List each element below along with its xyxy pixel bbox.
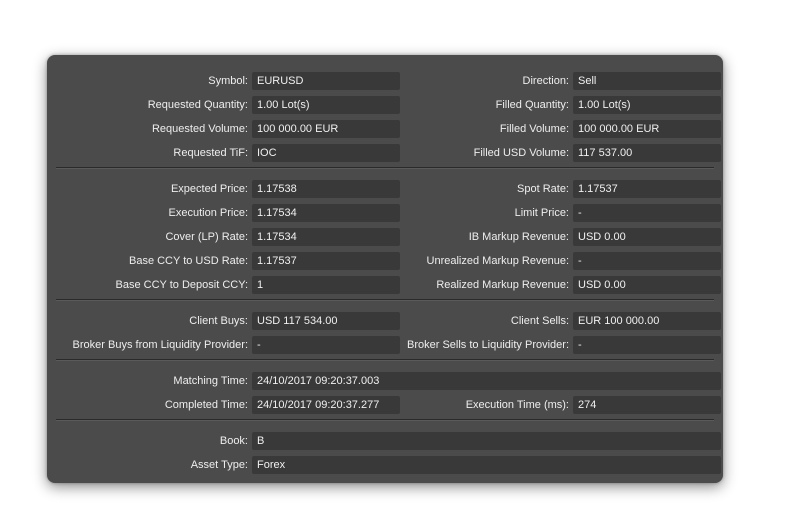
row-expected-price: Expected Price: 1.17538 Spot Rate: 1.175…: [56, 180, 723, 198]
row-cover-rate: Cover (LP) Rate: 1.17534 IB Markup Reven…: [56, 228, 723, 246]
row-matching-time: Matching Time: 24/10/2017 09:20:37.003: [56, 372, 723, 390]
base-ccy-usd-rate-label: Base CCY to USD Rate:: [128, 255, 248, 267]
row-quantity: Requested Quantity: 1.00 Lot(s) Filled Q…: [56, 96, 723, 114]
client-sells-label: Client Sells:: [510, 315, 569, 327]
row-symbol-direction: Symbol: EURUSD Direction: Sell: [56, 72, 723, 90]
matching-time-label: Matching Time:: [173, 375, 248, 387]
filled-usd-volume-label: Filled USD Volume:: [473, 147, 569, 159]
ib-markup-revenue-label: IB Markup Revenue:: [468, 231, 569, 243]
row-base-ccy-deposit: Base CCY to Deposit CCY: 1 Realized Mark…: [56, 276, 723, 294]
row-execution-price: Execution Price: 1.17534 Limit Price: -: [56, 204, 723, 222]
filled-usd-volume-field[interactable]: 117 537.00: [573, 144, 721, 162]
symbol-label: Symbol:: [208, 75, 248, 87]
row-volume: Requested Volume: 100 000.00 EUR Filled …: [56, 120, 723, 138]
direction-field[interactable]: Sell: [573, 72, 721, 90]
asset-type-label: Asset Type:: [190, 459, 248, 471]
requested-tif-label: Requested TiF:: [173, 147, 248, 159]
filled-volume-field[interactable]: 100 000.00 EUR: [573, 120, 721, 138]
requested-quantity-label: Requested Quantity:: [147, 99, 248, 111]
asset-type-field[interactable]: Forex: [252, 456, 721, 474]
row-broker-lp: Broker Buys from Liquidity Provider: - B…: [56, 336, 723, 354]
broker-sells-lp-label: Broker Sells to Liquidity Provider:: [406, 339, 569, 351]
filled-quantity-field[interactable]: 1.00 Lot(s): [573, 96, 721, 114]
filled-volume-label: Filled Volume:: [499, 123, 569, 135]
realized-markup-revenue-label: Realized Markup Revenue:: [436, 279, 569, 291]
broker-sells-lp-field[interactable]: -: [573, 336, 721, 354]
row-asset-type: Asset Type: Forex: [56, 456, 723, 474]
spot-rate-label: Spot Rate:: [517, 183, 569, 195]
row-client-trades: Client Buys: USD 117 534.00 Client Sells…: [56, 312, 723, 330]
execution-time-label: Execution Time (ms):: [465, 399, 569, 411]
row-tif: Requested TiF: IOC Filled USD Volume: 11…: [56, 144, 723, 162]
row-completed-time: Completed Time: 24/10/2017 09:20:37.277 …: [56, 396, 723, 414]
filled-quantity-label: Filled Quantity:: [495, 99, 569, 111]
book-field[interactable]: B: [252, 432, 721, 450]
section-divider: [56, 299, 714, 301]
section-divider: [56, 359, 714, 361]
direction-label: Direction:: [522, 75, 569, 87]
base-ccy-deposit-ccy-label: Base CCY to Deposit CCY:: [115, 279, 248, 291]
execution-price-label: Execution Price:: [168, 207, 248, 219]
realized-markup-revenue-field[interactable]: USD 0.00: [573, 276, 721, 294]
broker-buys-lp-label: Broker Buys from Liquidity Provider:: [72, 339, 248, 351]
section-divider: [56, 167, 714, 169]
completed-time-label: Completed Time:: [164, 399, 248, 411]
row-base-ccy-usd: Base CCY to USD Rate: 1.17537 Unrealized…: [56, 252, 723, 270]
ib-markup-revenue-field[interactable]: USD 0.00: [573, 228, 721, 246]
requested-volume-label: Requested Volume:: [151, 123, 248, 135]
unrealized-markup-revenue-field[interactable]: -: [573, 252, 721, 270]
order-details-panel: Symbol: EURUSD Direction: Sell Requested…: [47, 55, 723, 483]
limit-price-field[interactable]: -: [573, 204, 721, 222]
client-buys-label: Client Buys:: [189, 315, 248, 327]
limit-price-label: Limit Price:: [514, 207, 569, 219]
client-sells-field[interactable]: EUR 100 000.00: [573, 312, 721, 330]
matching-time-field[interactable]: 24/10/2017 09:20:37.003: [252, 372, 721, 390]
section-divider: [56, 419, 714, 421]
execution-time-field[interactable]: 274: [573, 396, 721, 414]
expected-price-label: Expected Price:: [170, 183, 248, 195]
book-label: Book:: [219, 435, 248, 447]
unrealized-markup-revenue-label: Unrealized Markup Revenue:: [426, 255, 569, 267]
cover-rate-label: Cover (LP) Rate:: [165, 231, 248, 243]
spot-rate-field[interactable]: 1.17537: [573, 180, 721, 198]
row-book: Book: B: [56, 432, 723, 450]
